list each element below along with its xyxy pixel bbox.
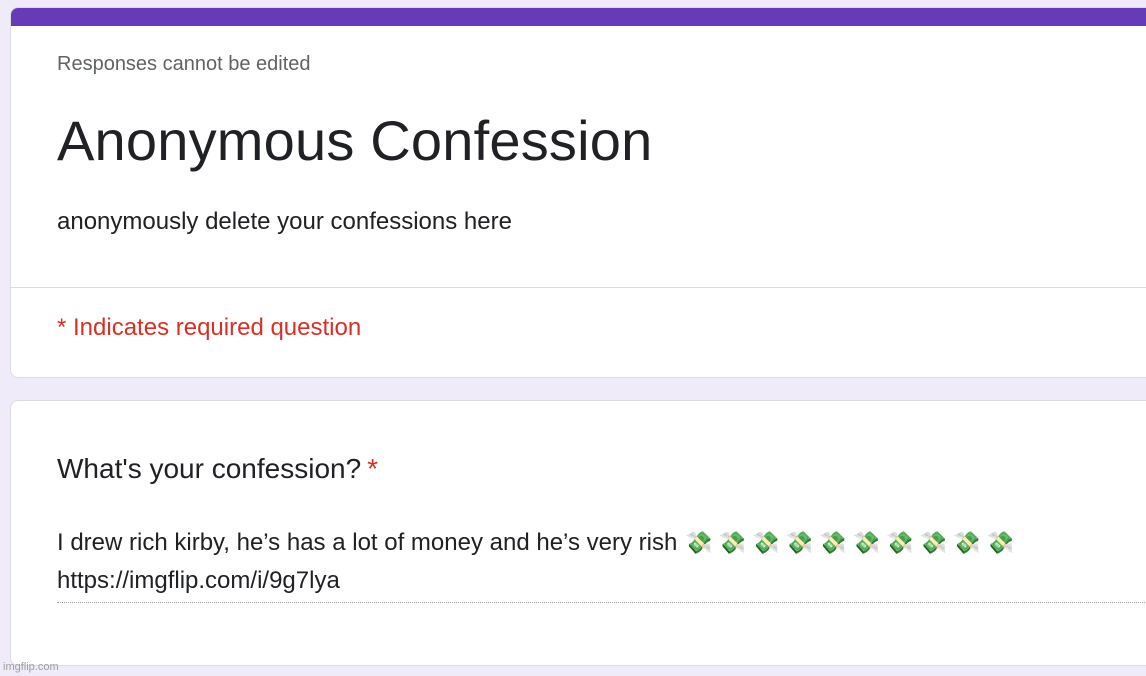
question-label: What's your confession?: [57, 453, 362, 484]
required-asterisk: *: [367, 453, 379, 484]
answer-line-1: I drew rich kirby, he’s has a lot of mon…: [57, 524, 1146, 562]
header-divider: [11, 287, 1146, 288]
edit-notice: Responses cannot be edited: [57, 53, 311, 75]
form-header-card: Responses cannot be edited Anonymous Con…: [10, 7, 1146, 378]
answer-textarea[interactable]: I drew rich kirby, he’s has a lot of mon…: [57, 524, 1146, 603]
imgflip-watermark: imgflip.com: [3, 661, 59, 673]
form-title: Anonymous Confession: [57, 109, 653, 172]
required-question-note: * Indicates required question: [57, 314, 362, 341]
answer-link: https://imgflip.com/i/9g7lya: [57, 567, 340, 594]
money-with-wings-emoji: 💸 💸 💸 💸 💸 💸 💸 💸 💸 💸: [685, 530, 1015, 555]
answer-text: I drew rich kirby, he’s has a lot of mon…: [57, 529, 678, 556]
theme-color-band: [11, 8, 1146, 26]
question-title: What's your confession? *: [57, 453, 378, 485]
form-description: anonymously delete your confessions here: [57, 208, 512, 235]
question-card: What's your confession? * I drew rich kir…: [10, 400, 1146, 666]
